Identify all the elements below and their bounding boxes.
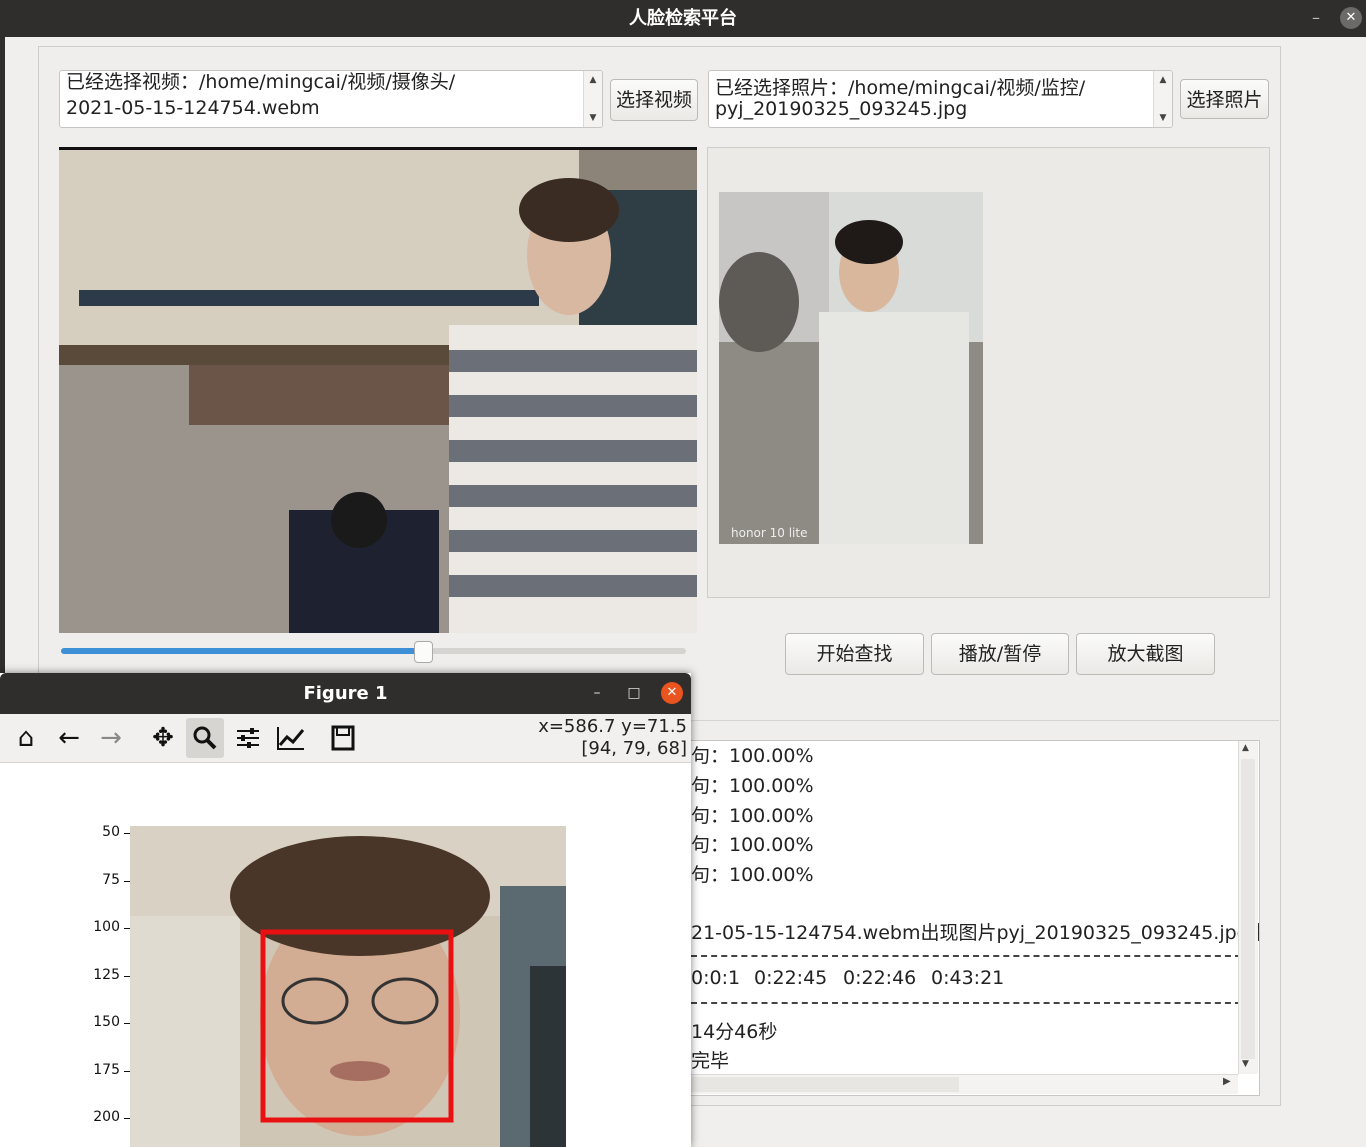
photo-path-textbox[interactable]: 已经选择照片：/home/mingcai/视频/监控/ pyj_20190325…: [708, 70, 1173, 128]
zoom-icon[interactable]: [186, 718, 224, 758]
y-tick-label: 100: [93, 919, 120, 935]
selected-photo-image: honor 10 lite: [719, 192, 983, 544]
found-line: 21-05-15-124754.webm出现图片pyj_20190325_093…: [691, 922, 1260, 944]
scroll-down-icon[interactable]: ▼: [584, 111, 602, 125]
start-search-button[interactable]: 开始查找: [785, 633, 924, 675]
y-tick-label: 150: [93, 1014, 120, 1030]
save-icon[interactable]: [324, 718, 362, 758]
video-progress-handle[interactable]: [414, 641, 433, 663]
video-display: [59, 147, 697, 633]
video-path-line1: 已经选择视频：/home/mingcai/视频/摄像头/: [66, 71, 456, 93]
log-separator: [691, 955, 1241, 957]
figure-window: Figure 1 – □ ✕ ⌂ ← → ✥ x=586.7 y=71.5 [9…: [0, 673, 691, 1147]
duration-line: 14分46秒: [691, 1021, 778, 1043]
timestamp: 0:22:46: [843, 967, 917, 989]
figure-titlebar: Figure 1 – □ ✕: [0, 673, 691, 714]
cursor-coordinates: x=586.7 y=71.5: [538, 716, 687, 737]
cursor-readout: x=586.7 y=71.5 [94, 79, 68]: [538, 716, 687, 760]
close-icon[interactable]: ✕: [661, 682, 683, 704]
back-icon[interactable]: ←: [50, 718, 88, 758]
zoom-capture-button[interactable]: 放大截图: [1076, 633, 1215, 675]
video-path-line2: 2021-05-15-124754.webm: [66, 97, 320, 119]
photo-path-scrollbar[interactable]: ▲ ▼: [1153, 71, 1172, 127]
scroll-up-icon[interactable]: ▲: [584, 73, 602, 87]
figure-toolbar: ⌂ ← → ✥ x=586.7 y=71.5 [94, 79, 68]: [0, 714, 691, 763]
disk-glyph: [331, 725, 355, 751]
scroll-right-icon[interactable]: ▶: [1223, 1076, 1231, 1087]
log-horizontal-scrollbar[interactable]: ▶: [691, 1074, 1238, 1094]
window-edge: [0, 37, 5, 677]
timestamp: 0:22:45: [754, 967, 828, 989]
home-icon[interactable]: ⌂: [7, 718, 45, 758]
magnifier-glyph: [193, 726, 217, 750]
scroll-up-icon[interactable]: ▲: [1154, 73, 1172, 87]
similarity-line: 句：100.00%: [691, 864, 814, 886]
select-photo-button[interactable]: 选择照片: [1180, 79, 1269, 119]
timestamp: 0:43:21: [931, 967, 1005, 989]
face-crop-image: [130, 826, 566, 1147]
minimize-icon[interactable]: –: [1306, 6, 1326, 30]
figure-plot-area[interactable]: [130, 826, 566, 1147]
pixel-value: [94, 79, 68]: [581, 738, 687, 759]
maximize-icon[interactable]: □: [623, 682, 645, 704]
timestamp: 0:0:1: [691, 967, 741, 989]
edit-axes-icon[interactable]: [272, 718, 310, 758]
close-icon[interactable]: ✕: [1340, 7, 1362, 29]
photo-path-line1: 已经选择照片：/home/mingcai/视频/监控/: [715, 77, 1086, 99]
trend-glyph: [277, 727, 305, 750]
y-tick-label: 125: [93, 967, 120, 983]
log-separator: [691, 1002, 1241, 1004]
video-path-scrollbar[interactable]: ▲ ▼: [583, 71, 602, 127]
video-frame-image: [59, 150, 697, 633]
main-titlebar: 人脸检索平台 – ✕: [0, 0, 1366, 37]
similarity-line: 句：100.00%: [691, 805, 814, 827]
done-line: 完毕: [691, 1050, 730, 1072]
play-pause-button[interactable]: 播放/暂停: [931, 633, 1069, 675]
photo-display: honor 10 lite: [719, 192, 983, 544]
window-title: 人脸检索平台: [629, 8, 737, 29]
result-log[interactable]: 句：100.00% 句：100.00% 句：100.00% 句：100.00% …: [690, 740, 1260, 1096]
y-tick-label: 50: [102, 824, 120, 840]
minimize-icon[interactable]: –: [586, 682, 608, 704]
scroll-up-icon[interactable]: ▲: [1242, 743, 1249, 753]
sliders-glyph: [237, 728, 259, 748]
log-vertical-scrollbar[interactable]: ▲ ▼: [1238, 741, 1258, 1074]
video-progress-fill: [61, 648, 423, 654]
similarity-line: 句：100.00%: [691, 745, 814, 767]
configure-icon[interactable]: [229, 718, 267, 758]
photo-path-line2: pyj_20190325_093245.jpg: [715, 98, 968, 120]
y-tick-label: 175: [93, 1062, 120, 1078]
y-tick-label: 75: [102, 872, 120, 888]
y-tick-label: 200: [93, 1109, 120, 1125]
scroll-down-icon[interactable]: ▼: [1242, 1059, 1249, 1069]
similarity-line: 句：100.00%: [691, 834, 814, 856]
pan-icon[interactable]: ✥: [144, 718, 182, 758]
scrollbar-thumb[interactable]: [1241, 759, 1255, 1059]
video-path-textbox[interactable]: 已经选择视频：/home/mingcai/视频/摄像头/ 2021-05-15-…: [59, 70, 603, 128]
similarity-line: 句：100.00%: [691, 775, 814, 797]
select-video-button[interactable]: 选择视频: [610, 79, 698, 121]
photo-watermark: honor 10 lite: [731, 526, 807, 540]
scroll-down-icon[interactable]: ▼: [1154, 111, 1172, 125]
forward-icon[interactable]: →: [92, 718, 130, 758]
scrollbar-thumb[interactable]: [691, 1077, 959, 1092]
